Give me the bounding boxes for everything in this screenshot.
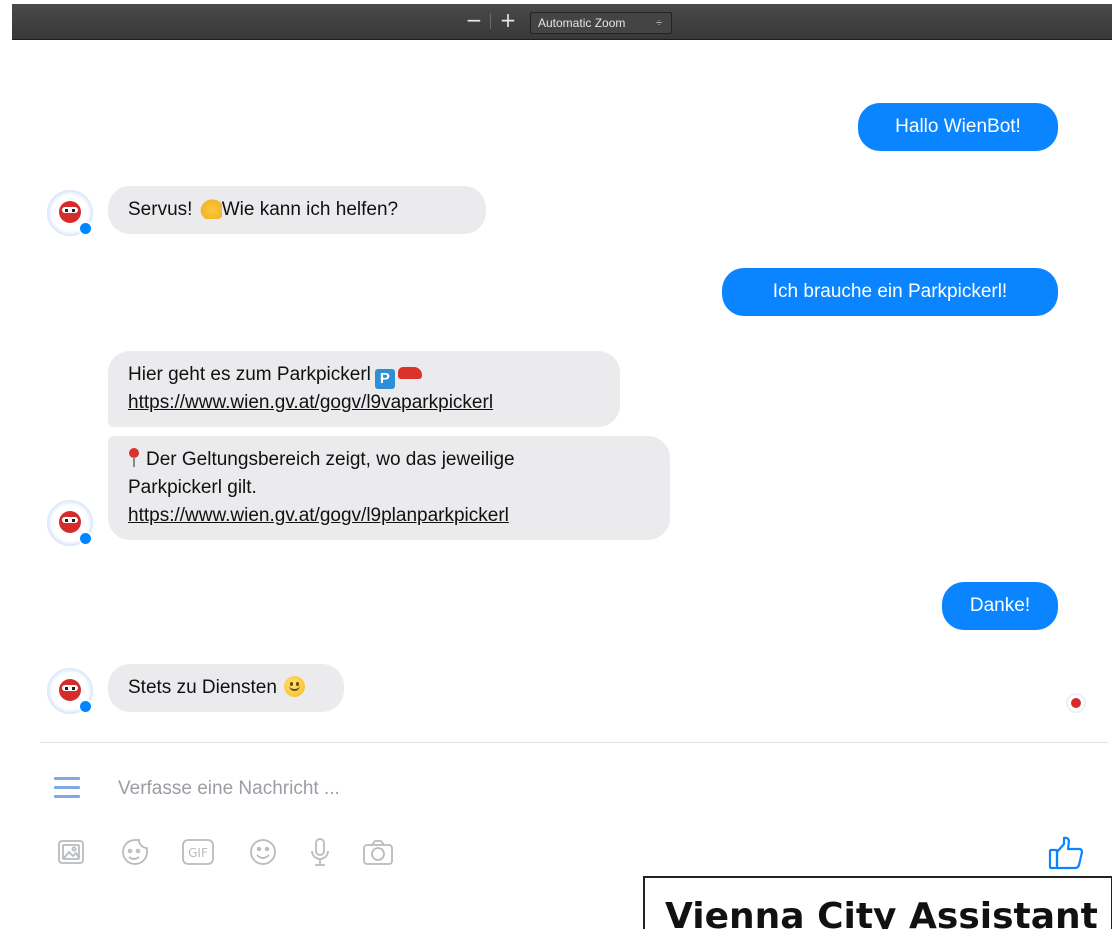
geltungsbereich-link[interactable]: https://www.wien.gv.at/gogv/l9planparkpi…: [128, 505, 509, 526]
robot-icon: [59, 511, 81, 533]
toolbar-separator: [490, 13, 491, 29]
message-text: Der Geltungsbereich zeigt, wo das jeweil…: [146, 449, 515, 470]
incoming-message: Stets zu Diensten: [108, 664, 344, 712]
outgoing-message: Hallo WienBot!: [858, 103, 1058, 151]
robot-icon: [59, 679, 81, 701]
zoom-out-button[interactable]: −: [464, 10, 484, 32]
zoom-select-value: Automatic Zoom: [538, 16, 626, 30]
incoming-message: Servus! Wie kann ich helfen?: [108, 186, 486, 234]
robot-icon: [59, 201, 81, 223]
parking-sign-icon: P: [374, 369, 395, 389]
incoming-message: Der Geltungsbereich zeigt, wo das jeweil…: [108, 436, 670, 540]
pdf-viewer-toolbar: − + Automatic Zoom ÷: [12, 4, 1112, 40]
select-arrows-icon: ÷: [655, 17, 662, 29]
message-text: Stets zu Diensten: [128, 677, 277, 698]
zoom-in-button[interactable]: +: [498, 10, 518, 32]
message-text: Servus!: [128, 199, 198, 220]
car-icon: [397, 367, 422, 379]
outgoing-message: Danke!: [942, 582, 1058, 630]
caption-text: Vienna City Assistant: [665, 896, 1098, 929]
message-text: Hier geht es zum Parkpickerl: [128, 364, 371, 385]
message-text: Ich brauche ein Parkpickerl!: [772, 281, 1008, 302]
message-text: Parkpickerl gilt.: [128, 477, 257, 498]
outgoing-message: Ich brauche ein Parkpickerl!: [722, 268, 1058, 316]
bot-avatar[interactable]: [47, 190, 93, 236]
pushpin-icon: [128, 448, 140, 468]
camera-icon[interactable]: [360, 834, 396, 870]
microphone-icon[interactable]: [302, 834, 338, 870]
emoji-icon[interactable]: [245, 834, 281, 870]
smiling-face-icon: [284, 676, 306, 697]
gif-label: GIF: [188, 846, 208, 860]
gif-icon[interactable]: GIF: [180, 834, 216, 870]
waving-hand-icon: [197, 197, 222, 219]
photo-icon[interactable]: [53, 834, 89, 870]
sticker-icon[interactable]: [117, 834, 153, 870]
bot-avatar[interactable]: [47, 500, 93, 546]
zoom-select[interactable]: Automatic Zoom ÷: [530, 12, 672, 34]
message-input[interactable]: [118, 775, 1018, 803]
thumbs-up-icon[interactable]: [1046, 833, 1086, 873]
message-text: Danke!: [969, 595, 1031, 616]
composer-divider: [40, 742, 1108, 743]
caption-box: Vienna City Assistant: [643, 876, 1112, 929]
menu-icon[interactable]: [54, 777, 80, 799]
bot-avatar[interactable]: [47, 668, 93, 714]
incoming-message: Hier geht es zum Parkpickerl P https://ww…: [108, 351, 620, 427]
read-receipt-avatar: [1066, 693, 1086, 713]
message-text: Wie kann ich helfen?: [221, 199, 399, 220]
messenger-badge-icon: [78, 699, 93, 714]
messenger-badge-icon: [78, 531, 93, 546]
messenger-badge-icon: [78, 221, 93, 236]
message-text: Hallo WienBot!: [895, 116, 1021, 137]
parkpickerl-link[interactable]: https://www.wien.gv.at/gogv/l9vaparkpick…: [128, 392, 493, 413]
